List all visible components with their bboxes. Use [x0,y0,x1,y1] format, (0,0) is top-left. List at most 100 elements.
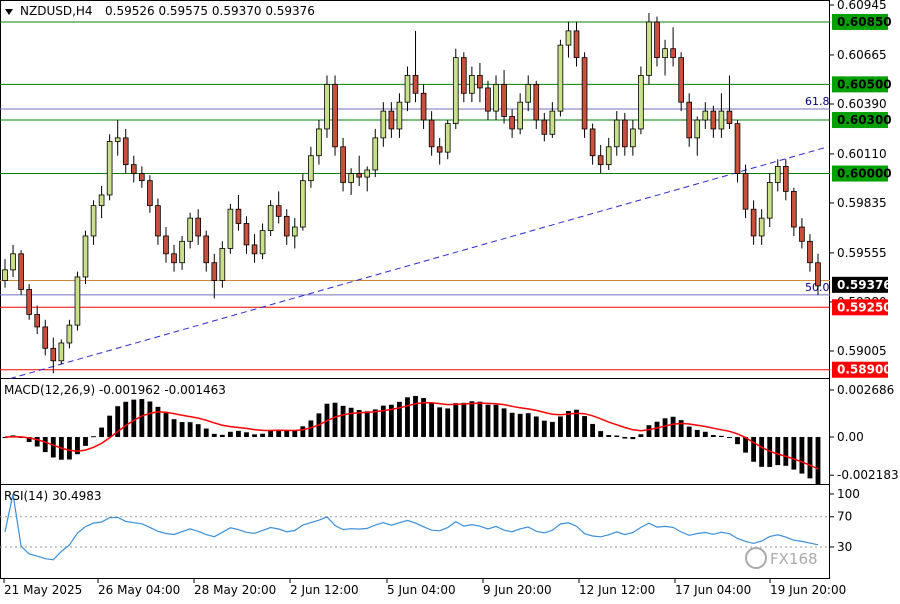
macd-bar [171,419,177,437]
candle-body [195,217,202,237]
candle-body [589,128,596,157]
candle [50,337,57,374]
candles-layer [2,13,821,374]
candle [469,66,475,103]
candle-body [235,208,242,224]
candle-body [758,217,765,237]
candle-body [380,110,387,139]
candle [686,93,693,147]
candle-body [404,75,411,103]
macd-bar [461,402,467,437]
candle [613,111,620,156]
candle-body [259,230,266,255]
macd-bar [517,413,523,437]
rsi-tick-label: 30 [837,540,852,554]
macd-bar [107,415,113,437]
candle [90,200,97,245]
macd-bar [807,437,813,479]
macd-bar [654,421,660,437]
candle-body [654,21,660,59]
macd-bar [718,435,724,437]
candle [525,75,532,112]
time-tick-label: 21 May 2025 [4,583,82,597]
candle-body [291,226,298,237]
level-tag-1: 0.60500 [837,77,892,91]
candle [493,75,499,121]
candle-body [388,110,395,130]
candle-body [678,57,684,103]
macd-bar [783,437,789,466]
candle [130,155,137,183]
rsi-line [4,493,819,561]
candle [621,112,628,156]
macd-bar [445,408,451,437]
candle [589,123,596,165]
macd-bar [99,427,105,437]
candle-body [702,110,709,121]
chevron-down-icon[interactable] [5,9,13,15]
candle [98,186,105,219]
candle-body [34,314,41,328]
candle-body [436,146,443,153]
candle [300,173,306,231]
time-tick-label: 12 Jun 12:00 [579,583,655,597]
price-tick-label: 0.59555 [837,246,887,260]
candle-body [799,226,805,242]
candle-body [742,173,749,210]
candle-body [372,137,379,171]
candle [364,166,371,192]
macd-bar [694,429,700,437]
candle [171,244,177,272]
candle [710,105,717,138]
price-tick-label: 0.59005 [837,344,887,358]
candle-body [525,83,532,103]
time-tick-label: 2 Jun 12:00 [290,583,359,597]
candle-body [356,173,362,178]
chart-svg[interactable]: 61.850.0 0.60945 0.60665 0.60390 0.60110 0.5… [0,0,900,600]
macd-bar [123,401,129,437]
macd-bar [735,437,740,445]
time-tick-label: 5 Jun 04:00 [387,583,456,597]
macd-bar [759,437,765,467]
candle-body [324,83,330,130]
macd-bar [815,437,821,484]
rsi-label: RSI(14) 30.4983 [4,489,102,503]
candle [501,70,507,124]
macd-bar [646,425,652,437]
candle [106,134,113,201]
candle [2,259,8,288]
candle [477,62,483,103]
candle-body [573,30,580,59]
candle [549,102,556,138]
trend-line[interactable] [9,146,829,380]
candle-body [283,215,290,237]
candle-body [726,110,733,125]
macd-bar [91,436,96,438]
macd-tick-label: 0.00 [837,430,864,444]
candle [291,218,298,249]
macd-bar [179,422,185,437]
candle-body [630,128,636,148]
macd-bar [203,428,209,437]
candle-body [646,21,652,76]
candle [662,39,668,76]
macd-bar [195,424,201,437]
candle [66,319,73,349]
horizontal-levels: 61.850.0 [0,21,830,371]
candle [404,66,411,112]
candle-body [605,146,612,166]
candle [766,173,773,228]
candle-body [718,110,725,130]
candle [82,230,89,285]
macd-bar [686,426,692,437]
macd-bar [501,408,507,437]
macd-bar [590,423,596,437]
candle [509,109,515,138]
macd-bar [606,435,612,437]
candle [26,284,32,320]
candle [10,244,16,277]
time-axis: 21 May 2025 26 May 04:00 28 May 20:00 2 Jun… [3,579,846,597]
candle-body [74,276,81,326]
candle [452,48,459,129]
candle-body [308,155,314,182]
